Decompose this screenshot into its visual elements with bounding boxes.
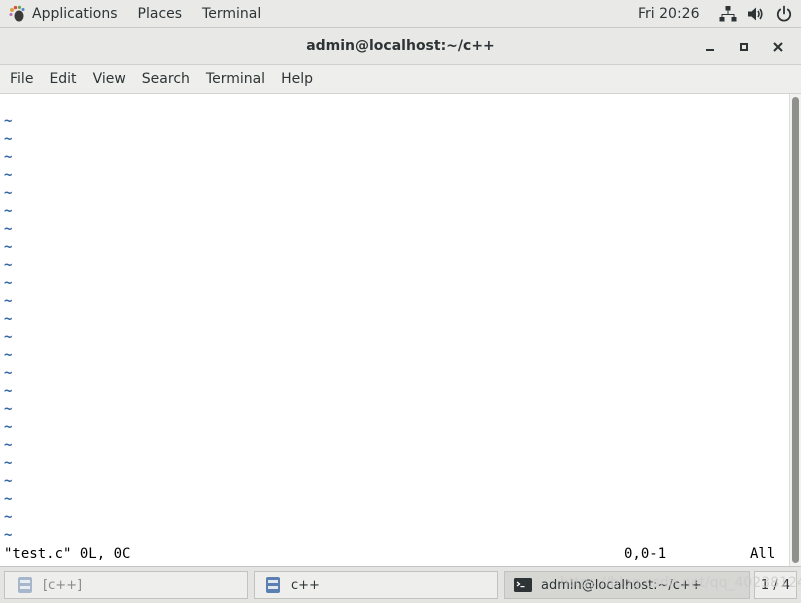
vim-tilde-marker: ~ bbox=[4, 239, 13, 255]
system-status-area[interactable] bbox=[719, 0, 793, 28]
vim-tilde-marker: ~ bbox=[4, 473, 13, 489]
taskbar-item-terminal[interactable]: admin@localhost:~/c++ bbox=[504, 571, 750, 599]
minimize-button[interactable] bbox=[693, 32, 727, 62]
clock[interactable]: Fri 20:26 bbox=[626, 0, 711, 28]
vim-tilde-marker: ~ bbox=[4, 131, 13, 147]
vim-tilde-marker: ~ bbox=[4, 491, 13, 507]
menu-view[interactable]: View bbox=[85, 67, 134, 91]
terminal-app-menu[interactable]: Terminal bbox=[192, 0, 271, 28]
maximize-button[interactable] bbox=[727, 32, 761, 62]
window-list-bar: [c++] c++ admin@localhost:~/c++ 1 / 4 bbox=[0, 566, 801, 603]
desktop-screen: Applications Places Terminal Fri 20:26 a… bbox=[0, 0, 801, 603]
applications-label: Applications bbox=[32, 5, 118, 22]
vim-tilde-marker: ~ bbox=[4, 329, 13, 345]
vim-tilde-marker: ~ bbox=[4, 401, 13, 417]
file-manager-icon bbox=[266, 577, 280, 593]
terminal-text-area[interactable]: ~ ~ ~ ~ ~ ~ ~ ~ ~ ~ ~ ~ ~ ~ ~ ~ ~ ~ ~ ~ ~ ~ ~ ~ "test.c" 0L, 0C… bbox=[0, 94, 789, 566]
vim-tilde-marker: ~ bbox=[4, 419, 13, 435]
vim-status-line: "test.c" 0L, 0C 0,0-1 All bbox=[4, 545, 784, 563]
vim-tilde-marker: ~ bbox=[4, 221, 13, 237]
gnome-foot-icon bbox=[9, 5, 25, 21]
window-title: admin@localhost:~/c++ bbox=[306, 38, 495, 54]
clock-label: Fri 20:26 bbox=[638, 6, 700, 22]
vim-tilde-marker: ~ bbox=[4, 527, 13, 543]
vim-tilde-marker: ~ bbox=[4, 509, 13, 525]
vim-cursor-position: 0,0-1 bbox=[624, 546, 667, 562]
taskbar-item-label: c++ bbox=[291, 577, 320, 593]
workspace-indicator-label: 1 / 4 bbox=[760, 577, 791, 593]
vim-tilde-marker: ~ bbox=[4, 383, 13, 399]
vim-tilde-marker: ~ bbox=[4, 311, 13, 327]
terminal-scrollbar[interactable] bbox=[789, 94, 801, 566]
vim-tilde-marker: ~ bbox=[4, 437, 13, 453]
workspace-indicator[interactable]: 1 / 4 bbox=[754, 571, 797, 599]
taskbar-item-c++[interactable]: c++ bbox=[254, 571, 498, 599]
vim-empty-lines: ~ ~ ~ ~ ~ ~ ~ ~ ~ ~ ~ ~ ~ ~ ~ ~ ~ ~ ~ ~ ~ ~ ~ ~ bbox=[4, 112, 12, 544]
maximize-icon bbox=[740, 42, 748, 51]
window-controls bbox=[693, 28, 795, 65]
places-label: Places bbox=[137, 5, 183, 22]
vim-file-info: "test.c" 0L, 0C bbox=[4, 546, 131, 562]
taskbar-item-label: admin@localhost:~/c++ bbox=[541, 577, 702, 593]
vim-tilde-marker: ~ bbox=[4, 365, 13, 381]
vim-tilde-marker: ~ bbox=[4, 455, 13, 471]
scrollbar-thumb[interactable] bbox=[792, 97, 799, 563]
close-button[interactable] bbox=[761, 32, 795, 62]
menu-help[interactable]: Help bbox=[273, 67, 321, 91]
menu-search[interactable]: Search bbox=[134, 67, 198, 91]
terminal-app-label: Terminal bbox=[202, 5, 262, 22]
menu-edit[interactable]: Edit bbox=[41, 67, 84, 91]
terminal-menu-bar: File Edit View Search Terminal Help bbox=[0, 65, 801, 94]
vim-tilde-marker: ~ bbox=[4, 185, 13, 201]
volume-icon bbox=[748, 7, 763, 21]
taskbar-item-label: [c++] bbox=[43, 577, 83, 593]
vim-tilde-marker: ~ bbox=[4, 113, 13, 129]
power-icon bbox=[776, 5, 792, 22]
places-menu[interactable]: Places bbox=[128, 0, 193, 28]
vim-tilde-marker: ~ bbox=[4, 167, 13, 183]
vim-tilde-marker: ~ bbox=[4, 293, 13, 309]
file-manager-icon bbox=[18, 577, 32, 593]
vim-scroll-position: All bbox=[750, 546, 776, 562]
terminal-icon bbox=[514, 578, 532, 592]
menu-terminal[interactable]: Terminal bbox=[198, 67, 273, 91]
network-icon bbox=[719, 6, 737, 22]
taskbar-item-c++-hidden[interactable]: [c++] bbox=[4, 571, 248, 599]
gnome-top-bar: Applications Places Terminal Fri 20:26 bbox=[0, 0, 801, 28]
applications-menu[interactable]: Applications bbox=[0, 0, 128, 28]
vim-tilde-marker: ~ bbox=[4, 257, 13, 273]
menu-file[interactable]: File bbox=[2, 67, 41, 91]
minimize-icon bbox=[706, 48, 714, 51]
vim-tilde-marker: ~ bbox=[4, 275, 13, 291]
vim-tilde-marker: ~ bbox=[4, 347, 13, 363]
vim-tilde-marker: ~ bbox=[4, 149, 13, 165]
window-title-bar[interactable]: admin@localhost:~/c++ bbox=[0, 28, 801, 65]
vim-tilde-marker: ~ bbox=[4, 203, 13, 219]
close-icon bbox=[773, 41, 783, 52]
